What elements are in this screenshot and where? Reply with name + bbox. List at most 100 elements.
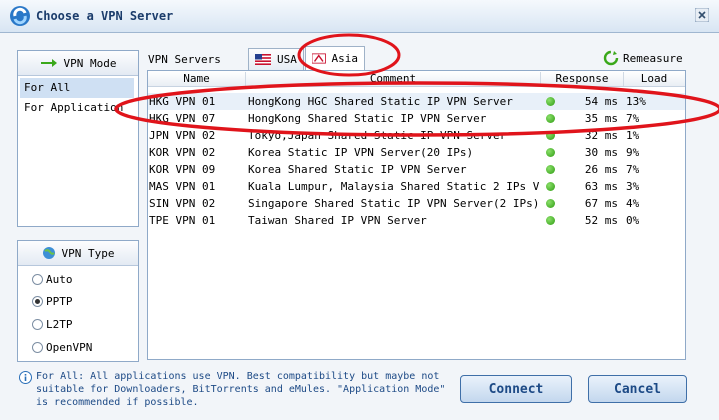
server-response: 67 ms [584, 197, 618, 210]
server-name: HKG VPN 07 [149, 112, 216, 125]
server-response: 30 ms [584, 146, 618, 159]
column-header-load[interactable]: Load [624, 72, 684, 86]
app-logo-icon [10, 6, 30, 26]
mode-item-for-application[interactable]: For Application [20, 98, 134, 118]
mode-item-for-all[interactable]: For All [20, 78, 134, 98]
server-response: 26 ms [584, 163, 618, 176]
server-load: 3% [626, 180, 640, 193]
radio-label: Auto [46, 273, 73, 286]
server-comment: Kuala Lumpur, Malaysia Shared Static 2 I… [248, 180, 540, 193]
status-online-icon [546, 199, 555, 208]
status-online-icon [546, 216, 555, 225]
cancel-button[interactable]: Cancel [588, 375, 687, 403]
radio-label: L2TP [46, 318, 73, 331]
column-header-comment[interactable]: Comment [246, 72, 541, 86]
table-header: Name Comment Response Load [148, 71, 685, 87]
server-name: SIN VPN 02 [149, 197, 216, 210]
server-comment: HongKong HGC Shared Static IP VPN Server [248, 95, 513, 108]
table-row[interactable]: HKG VPN 01 HongKong HGC Shared Static IP… [148, 93, 685, 110]
column-header-name[interactable]: Name [148, 72, 246, 86]
server-response: 63 ms [584, 180, 618, 193]
arrows-icon [40, 59, 57, 67]
remeasure-label: Remeasure [623, 51, 683, 65]
vpn-type-panel: VPN Type Auto PPTP L2TP OpenVPN [17, 240, 139, 362]
server-load: 1% [626, 129, 640, 142]
radio-circle [32, 319, 43, 330]
status-online-icon [546, 182, 555, 191]
radio-auto[interactable]: Auto [32, 273, 73, 286]
server-load: 4% [626, 197, 640, 210]
info-line: is recommended if possible. [36, 397, 199, 408]
usa-flag-icon [255, 54, 271, 65]
table-row[interactable]: SIN VPN 02 Singapore Shared Static IP VP… [148, 195, 685, 212]
radio-circle [32, 342, 43, 353]
info-line: suitable for Downloaders, BitTorrents an… [36, 384, 446, 395]
tab-label: Asia [331, 52, 359, 65]
status-online-icon [546, 131, 555, 140]
vpn-type-title: VPN Type [61, 246, 115, 260]
tab-label: USA [277, 53, 297, 66]
radio-label: PPTP [46, 295, 73, 308]
server-name: KOR VPN 02 [149, 146, 216, 159]
window-title: Choose a VPN Server [36, 9, 174, 23]
radio-pptp[interactable]: PPTP [32, 295, 73, 308]
server-name: KOR VPN 09 [149, 163, 216, 176]
vpn-mode-panel: VPN Mode For All For Application [17, 50, 139, 227]
server-comment: Taiwan Shared IP VPN Server [248, 214, 427, 227]
info-line: For All: All applications use VPN. Best … [36, 371, 440, 382]
table-row[interactable]: MAS VPN 01 Kuala Lumpur, Malaysia Shared… [148, 178, 685, 195]
vpn-mode-header: VPN Mode [18, 51, 138, 76]
close-icon[interactable] [695, 8, 709, 22]
remeasure-button[interactable]: Remeasure [603, 50, 683, 66]
server-name: TPE VPN 01 [149, 214, 216, 227]
table-row[interactable]: HKG VPN 07 HongKong Shared Static IP VPN… [148, 110, 685, 127]
server-table: Name Comment Response Load HKG VPN 01 Ho… [147, 70, 686, 360]
server-comment: HongKong Shared Static IP VPN Server [248, 112, 487, 125]
info-icon [19, 371, 32, 384]
server-response: 32 ms [584, 129, 618, 142]
radio-label: OpenVPN [46, 341, 93, 354]
server-comment: Singapore Shared Static IP VPN Server(2 … [248, 197, 540, 210]
server-comment: Tokyo,Japan Shared Static IP VPN Server [248, 129, 507, 142]
column-header-response[interactable]: Response [541, 72, 624, 86]
table-row[interactable]: KOR VPN 02 Korea Static IP VPN Server(20… [148, 144, 685, 161]
server-name: HKG VPN 01 [149, 95, 216, 108]
radio-openvpn[interactable]: OpenVPN [32, 341, 92, 354]
asia-flag-icon [312, 53, 326, 64]
server-response: 54 ms [584, 95, 618, 108]
server-load: 13% [626, 95, 646, 108]
status-online-icon [546, 165, 555, 174]
table-row[interactable]: TPE VPN 01 Taiwan Shared IP VPN Server 5… [148, 212, 685, 229]
table-row[interactable]: JPN VPN 02 Tokyo,Japan Shared Static IP … [148, 127, 685, 144]
table-row[interactable]: KOR VPN 09 Korea Shared Static IP VPN Se… [148, 161, 685, 178]
radio-circle [32, 274, 43, 285]
mode-item-label: For Application [24, 101, 124, 114]
server-response: 52 ms [584, 214, 618, 227]
tab-asia[interactable]: Asia [305, 46, 365, 70]
vpn-dialog: Choose a VPN Server VPN Mode For All For… [0, 0, 719, 420]
server-comment: Korea Static IP VPN Server(20 IPs) [248, 146, 474, 159]
radio-l2tp[interactable]: L2TP [32, 318, 73, 331]
server-name: JPN VPN 02 [149, 129, 216, 142]
server-load: 7% [626, 112, 640, 125]
server-response: 35 ms [584, 112, 618, 125]
server-load: 7% [626, 163, 640, 176]
title-bar[interactable]: Choose a VPN Server [0, 0, 719, 33]
mode-description: For All: All applications use VPN. Best … [36, 370, 456, 409]
mode-item-label: For All [24, 81, 71, 94]
radio-circle [32, 296, 43, 307]
connect-button[interactable]: Connect [460, 375, 572, 403]
server-comment: Korea Shared Static IP VPN Server [248, 163, 467, 176]
vpn-servers-label: VPN Servers [148, 53, 221, 66]
refresh-icon [603, 50, 619, 66]
status-online-icon [546, 97, 555, 106]
vpn-type-header: VPN Type [18, 241, 138, 266]
status-online-icon [546, 114, 555, 123]
globe-icon [42, 247, 55, 259]
server-load: 0% [626, 214, 640, 227]
server-load: 9% [626, 146, 640, 159]
vpn-mode-title: VPN Mode [63, 56, 117, 70]
status-online-icon [546, 148, 555, 157]
server-name: MAS VPN 01 [149, 180, 216, 193]
tab-usa[interactable]: USA [248, 48, 304, 70]
